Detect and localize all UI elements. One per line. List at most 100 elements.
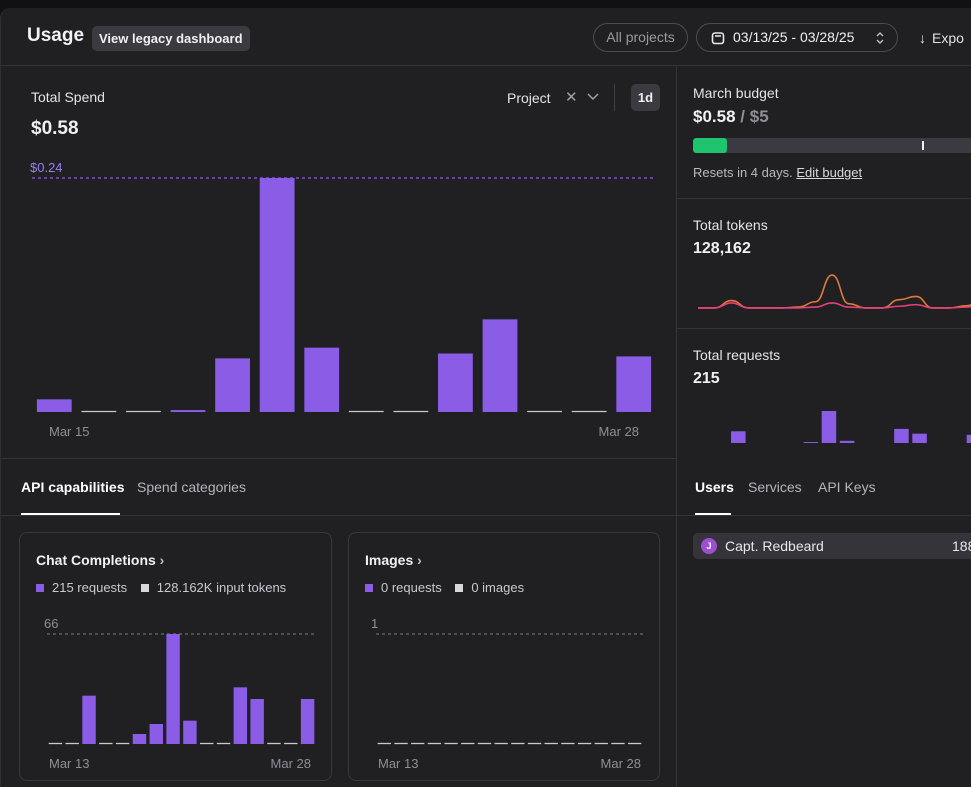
legend-tokens: 128.162K input tokens bbox=[156, 580, 287, 595]
chart-bar bbox=[170, 410, 206, 412]
usage-dashboard: Usage View legacy dashboard All projects… bbox=[0, 8, 971, 787]
chevron-right-icon: › bbox=[159, 552, 165, 568]
date-range-picker[interactable]: 03/13/25 - 03/28/25 bbox=[696, 23, 898, 52]
budget-label: March budget bbox=[693, 85, 779, 101]
chevron-right-icon: › bbox=[417, 552, 422, 568]
chart-bar bbox=[966, 434, 971, 443]
budget-progress-bar bbox=[693, 138, 971, 153]
chart-bar bbox=[482, 319, 518, 412]
section-divider bbox=[676, 198, 971, 199]
x-tick-label: Mar 28 bbox=[601, 756, 641, 771]
legend-requests: 215 requests bbox=[52, 580, 128, 595]
chart-bar bbox=[166, 634, 180, 744]
spend-value: $0.58 bbox=[31, 118, 79, 139]
chart-bar bbox=[132, 734, 147, 744]
max-value-label: $0.24 bbox=[30, 160, 63, 175]
chart-bar bbox=[149, 724, 164, 744]
requests-label: Total requests bbox=[693, 347, 781, 363]
spend-chart: $0.24 Mar 15 Mar 28 bbox=[30, 160, 656, 438]
section-divider bbox=[1, 458, 676, 459]
tab-api-capabilities[interactable]: API capabilities bbox=[21, 479, 124, 495]
chart-bar bbox=[731, 431, 746, 443]
chart-bar bbox=[300, 699, 315, 744]
chart-bar bbox=[215, 358, 250, 412]
legend-swatch bbox=[455, 584, 464, 592]
max-value-label: 66 bbox=[44, 616, 58, 631]
budget-reset-text: Resets in 4 days. Edit budget bbox=[693, 165, 862, 180]
images-card[interactable]: Images › 0 requests 0 images 1 Mar 13 Mar … bbox=[348, 532, 660, 781]
edit-budget-link[interactable]: Edit budget bbox=[796, 165, 862, 180]
calendar-icon bbox=[711, 32, 725, 45]
budget-progress-fill bbox=[693, 138, 727, 153]
chart-bar bbox=[894, 428, 909, 443]
x-tick-label: Mar 28 bbox=[271, 756, 311, 771]
all-projects-button[interactable]: All projects bbox=[593, 23, 688, 52]
chart-bar bbox=[259, 178, 295, 412]
active-tab-underline bbox=[695, 513, 731, 515]
budget-separator: / bbox=[740, 107, 746, 126]
x-tick-label: Mar 15 bbox=[49, 424, 89, 438]
chevron-down-icon[interactable] bbox=[587, 93, 599, 101]
header-bar: Usage View legacy dashboard All projects… bbox=[1, 8, 971, 66]
legend-swatch bbox=[36, 584, 44, 592]
legend-swatch bbox=[365, 584, 373, 592]
chat-completions-title[interactable]: Chat Completions › bbox=[36, 552, 164, 568]
tabs-divider bbox=[1, 515, 971, 516]
budget-limit: $5 bbox=[749, 107, 769, 126]
card-title-text: Chat Completions bbox=[36, 552, 156, 568]
tokens-label: Total tokens bbox=[693, 217, 768, 233]
legend-swatch bbox=[140, 584, 149, 592]
images-legend: 0 requests 0 images bbox=[365, 580, 524, 595]
chart-bar bbox=[233, 687, 248, 744]
tab-api-keys[interactable]: API Keys bbox=[818, 479, 876, 495]
chart-bar bbox=[82, 695, 96, 744]
avatar: J bbox=[701, 538, 717, 554]
chart-bar bbox=[803, 442, 819, 443]
legend-images: 0 images bbox=[471, 580, 525, 595]
chart-bar bbox=[616, 356, 652, 412]
images-chart: 1 Mar 13 Mar 28 bbox=[371, 616, 643, 771]
view-legacy-button[interactable]: View legacy dashboard bbox=[92, 26, 250, 51]
chat-completions-chart: 66 Mar 13 Mar 28 bbox=[44, 616, 316, 771]
export-button[interactable]: ↓ Expo bbox=[919, 30, 964, 46]
requests-value: 215 bbox=[693, 370, 720, 387]
date-range-text: 03/13/25 - 03/28/25 bbox=[733, 29, 855, 45]
chat-completions-card[interactable]: Chat Completions › 215 requests 128.162K… bbox=[19, 532, 332, 781]
active-tab-underline bbox=[21, 513, 120, 515]
spend-label: Total Spend bbox=[31, 89, 105, 105]
chart-bar bbox=[304, 347, 340, 412]
user-row[interactable]: J Capt. Redbeard 188 bbox=[693, 533, 971, 559]
column-divider bbox=[676, 66, 677, 787]
x-tick-label: Mar 28 bbox=[599, 424, 639, 438]
chart-bar bbox=[438, 353, 473, 412]
tab-users[interactable]: Users bbox=[695, 479, 734, 495]
images-title[interactable]: Images › bbox=[365, 552, 422, 568]
interval-button[interactable]: 1d bbox=[631, 84, 660, 111]
budget-spent: $0.58 bbox=[693, 107, 736, 126]
tokens-chart bbox=[698, 274, 971, 309]
group-by-label: Project bbox=[507, 90, 551, 106]
chart-bar bbox=[912, 433, 927, 443]
card-title-text: Images bbox=[365, 552, 414, 568]
toolbar-divider bbox=[614, 84, 615, 111]
budget-amount: $0.58 / $5 bbox=[693, 107, 769, 127]
tab-spend-categories[interactable]: Spend categories bbox=[137, 479, 246, 495]
sort-chevrons-icon bbox=[876, 32, 884, 44]
export-label: Expo bbox=[932, 30, 964, 46]
x-tick-label: Mar 13 bbox=[49, 756, 89, 771]
requests-chart bbox=[731, 411, 971, 443]
group-by-select[interactable]: Project bbox=[507, 90, 551, 106]
clear-icon[interactable]: ✕ bbox=[565, 88, 578, 106]
reset-text: Resets in 4 days. bbox=[693, 165, 793, 180]
user-value: 188 bbox=[952, 538, 971, 554]
tokens-value: 128,162 bbox=[693, 240, 751, 257]
page-title: Usage bbox=[27, 25, 85, 46]
download-icon: ↓ bbox=[919, 30, 926, 46]
legend-requests: 0 requests bbox=[381, 580, 442, 595]
chart-bar bbox=[821, 411, 837, 443]
tab-services[interactable]: Services bbox=[748, 479, 802, 495]
max-value-label: 1 bbox=[371, 616, 378, 631]
user-name: Capt. Redbeard bbox=[725, 538, 824, 554]
section-divider bbox=[676, 328, 971, 329]
chart-bar bbox=[839, 440, 855, 443]
